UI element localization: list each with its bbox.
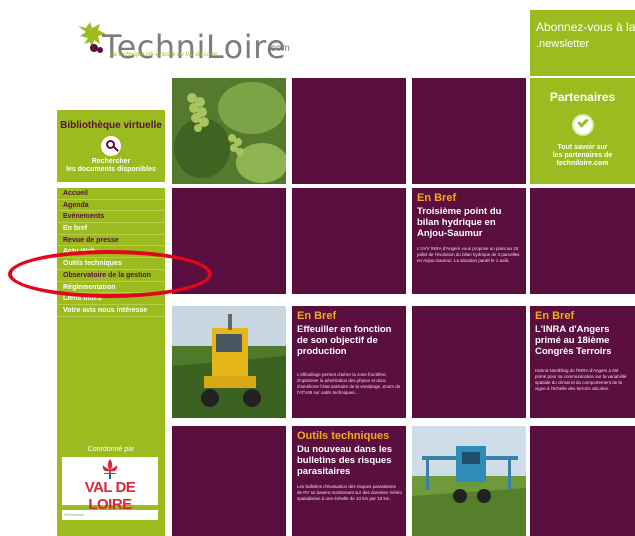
tile-plain[interactable]: [412, 78, 526, 184]
newsletter-signup[interactable]: Abonnez-vous à la .newsletter: [530, 10, 635, 76]
menu-item-revue-de-presse[interactable]: Revue de presse: [57, 235, 165, 247]
news-tile-bulletins[interactable]: Outils techniques Du nouveau dans les bu…: [292, 426, 406, 536]
tile-category: En Bref: [535, 310, 575, 322]
tile-plain[interactable]: [412, 306, 526, 418]
site-tagline: La technique viti-vinicole du Val de Loi…: [110, 52, 218, 58]
sprayer-image: [412, 426, 526, 536]
partners-title: Partenaires: [549, 90, 616, 104]
newsletter-subtitle: .newsletter: [536, 38, 590, 50]
tile-plain[interactable]: [292, 188, 406, 294]
tile-headline: L'INRA d'Angers primé au 18ième Congrès …: [535, 324, 612, 357]
tile-headline: Du nouveau dans les bulletins des risque…: [297, 444, 393, 477]
library-title: Bibliothèque virtuelle: [60, 120, 162, 131]
vineyard-grapes-photo[interactable]: [172, 78, 286, 184]
virtual-library-box[interactable]: Bibliothèque virtuelle Rechercher les do…: [57, 110, 165, 182]
tile-category: En Bref: [417, 192, 457, 204]
tile-plain[interactable]: [530, 426, 635, 536]
menu-item-votre-avis[interactable]: Votre avis nous intéresse: [57, 305, 165, 317]
region-logo[interactable]: VAL DE LOIRE: [62, 457, 158, 513]
highlight-annotation-circle: [8, 250, 212, 298]
site-logo[interactable]: TechniLoire .com: [70, 18, 300, 68]
menu-item-en-bref[interactable]: En bref: [57, 223, 165, 235]
tile-headline: Effeuiller en fonction de son objectif d…: [297, 324, 392, 357]
fleur-de-lis-icon: [102, 459, 118, 479]
search-icon: [101, 136, 121, 156]
grapes-image: [172, 78, 286, 184]
partners-text: Tout savoir sur les partenaires de techn…: [552, 144, 613, 167]
news-tile-bilan-hydrique[interactable]: En Bref Troisième point du bilan hydriqu…: [412, 188, 526, 294]
menu-item-accueil[interactable]: Accueil: [57, 188, 165, 200]
region-logo-text: VAL DE LOIRE: [84, 479, 136, 513]
tile-body: Les bulletins d'évaluation des risques p…: [297, 484, 402, 501]
tile-plain[interactable]: [172, 426, 286, 536]
tile-headline: Troisième point du bilan hydrique en Anj…: [417, 206, 502, 239]
search-input[interactable]: Rechercher: [62, 510, 158, 520]
tile-category: Outils techniques: [297, 430, 390, 442]
library-search-label: Rechercher les documents disponibles: [66, 158, 156, 173]
tile-body: L'effeuillage permet d'aérer la zone fru…: [297, 372, 401, 395]
tractor-vineyard-photo[interactable]: [172, 306, 286, 418]
news-tile-effeuiller[interactable]: En Bref Effeuiller en fonction de son ob…: [292, 306, 406, 418]
tile-category: En Bref: [297, 310, 337, 322]
news-tile-inra-prime[interactable]: En Bref L'INRA d'Angers primé au 18ième …: [530, 306, 635, 418]
tile-body: Hanna Neethling de l'INRA d'Angers a été…: [535, 368, 627, 391]
partners-box[interactable]: Partenaires Tout savoir sur les partenai…: [530, 78, 635, 184]
tile-plain[interactable]: [530, 188, 635, 294]
check-icon: [572, 114, 594, 136]
logo-wordmark: TechniLoire: [102, 28, 287, 66]
tile-body: L'UVV INRA d'Angers vous propose un poin…: [417, 246, 520, 263]
menu-item-evenements[interactable]: Evénements: [57, 211, 165, 224]
tractor-image: [172, 306, 286, 418]
newsletter-title: Abonnez-vous à la: [536, 20, 635, 34]
logo-suffix: .com: [268, 43, 290, 54]
tile-plain[interactable]: [292, 78, 406, 184]
coordinated-by-label: Coordonné par: [87, 446, 135, 453]
sprayer-vineyard-photo[interactable]: [412, 426, 526, 536]
menu-item-agenda[interactable]: Agenda: [57, 200, 165, 212]
